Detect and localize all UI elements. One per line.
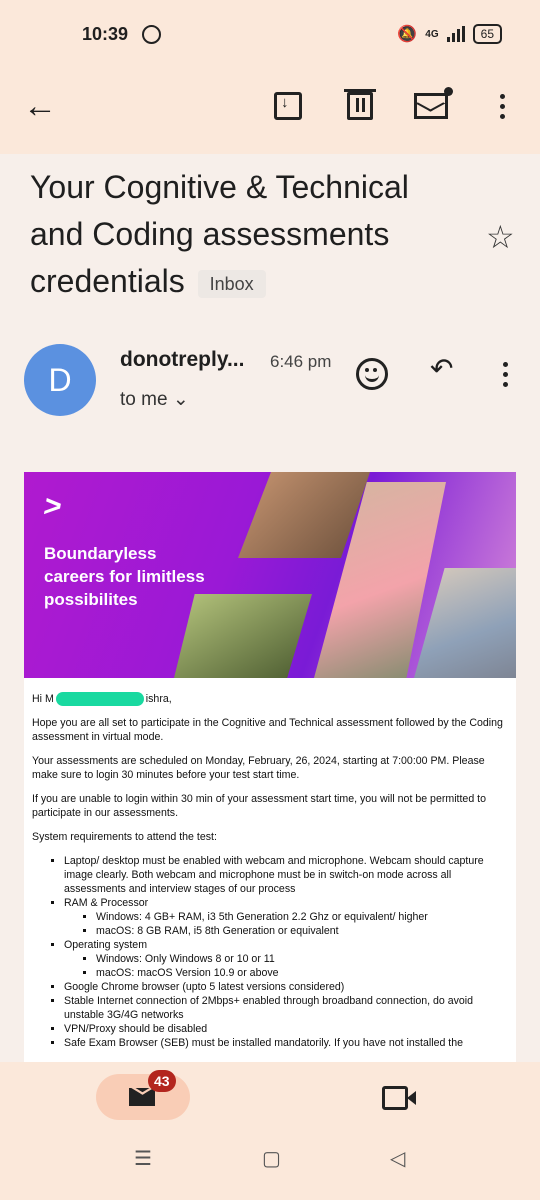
schedule-paragraph: Your assessments are scheduled on Monday… (32, 755, 485, 782)
mail-icon (129, 1088, 155, 1106)
message-more-button[interactable] (503, 362, 508, 387)
add-reaction-icon[interactable] (356, 358, 388, 390)
redaction-mark (55, 692, 144, 707)
email-toolbar: ← (0, 70, 540, 154)
banner-tagline: Boundaryless careers for limitless possi… (44, 544, 205, 609)
reply-icon[interactable]: ↶ (430, 352, 453, 385)
requirements-heading: System requirements to attend the test: (32, 831, 217, 844)
recipient-label: to me (120, 389, 168, 410)
star-icon[interactable]: ☆ (486, 218, 515, 256)
brand-logo: > (41, 490, 65, 523)
bottom-nav: 43 ☰ ▢ ◁ (0, 1062, 540, 1200)
avatar[interactable]: D (24, 344, 96, 416)
list-item: Google Chrome browser (upto 5 latest ver… (64, 980, 508, 994)
list-item: macOS: 8 GB RAM, i5 8th Generation or eq… (96, 924, 508, 938)
mail-tab[interactable]: 43 (96, 1070, 190, 1120)
sent-time: 6:46 pm (270, 352, 332, 371)
archive-icon (274, 92, 302, 120)
back-nav-icon[interactable]: ◁ (390, 1146, 405, 1171)
list-item: Windows: 4 GB+ RAM, i3 5th Generation 2.… (96, 910, 508, 924)
archive-button[interactable] (270, 88, 306, 124)
more-icon (503, 362, 508, 387)
chevron-down-icon: ⌄ (172, 389, 189, 410)
sender-header: D donotreply... 6:46 pm to me ⌄ ↶ (0, 340, 540, 430)
network-label: 4G (425, 28, 439, 40)
banner-photo (174, 594, 312, 678)
mail-icon (414, 87, 453, 119)
mark-unread-button[interactable] (413, 87, 453, 124)
email-text: Hi Mishra, Hope you are all set to parti… (24, 678, 516, 1050)
list-item: Stable Internet connection of 2Mbps+ ena… (64, 994, 508, 1022)
list-item: Safe Exam Browser (SEB) must be installe… (64, 1036, 508, 1050)
battery-indicator: 65 (472, 24, 502, 44)
home-icon[interactable]: ▢ (262, 1146, 281, 1171)
intro-paragraph: Hope you are all set to participate in t… (32, 717, 503, 744)
email-banner: > Boundaryless careers for limitless pos… (24, 472, 516, 678)
recipient-details[interactable]: to me ⌄ (120, 388, 189, 411)
inbox-label[interactable]: Inbox (197, 269, 266, 298)
email-body: > Boundaryless careers for limitless pos… (24, 472, 516, 1062)
status-bar: 10:39 🔕 4G 65 (0, 0, 540, 70)
signal-icon (446, 26, 465, 42)
more-icon (499, 93, 505, 119)
list-item: RAM & Processor (64, 896, 508, 910)
list-item: Windows: Only Windows 8 or 10 or 11 (96, 952, 508, 966)
list-item: Laptop/ desktop must be enabled with web… (64, 854, 508, 896)
requirements-list: Laptop/ desktop must be enabled with web… (32, 854, 508, 1050)
list-item: macOS: macOS Version 10.9 or above (96, 966, 508, 980)
list-item: Operating system (64, 938, 508, 952)
recent-apps-icon[interactable]: ☰ (134, 1146, 152, 1171)
more-options-button[interactable] (484, 88, 520, 124)
email-subject: Your Cognitive & Technical and Coding as… (30, 164, 470, 305)
sender-name[interactable]: donotreply... (120, 348, 244, 372)
greeting: Hi Mishra, (32, 692, 172, 707)
whatsapp-icon (142, 25, 161, 44)
delete-button[interactable] (342, 88, 378, 124)
back-button[interactable]: ← (22, 87, 58, 125)
meet-icon[interactable] (382, 1086, 416, 1110)
clock: 10:39 (82, 24, 129, 44)
banner-photo (414, 568, 516, 678)
unread-count-badge: 43 (148, 1070, 176, 1092)
mute-bell-icon: 🔕 (397, 26, 418, 43)
status-icons: 🔕 4G 65 (397, 24, 502, 44)
trash-icon (344, 89, 376, 120)
list-item: VPN/Proxy should be disabled (64, 1022, 508, 1036)
login-warning: If you are unable to login within 30 min… (32, 793, 486, 820)
